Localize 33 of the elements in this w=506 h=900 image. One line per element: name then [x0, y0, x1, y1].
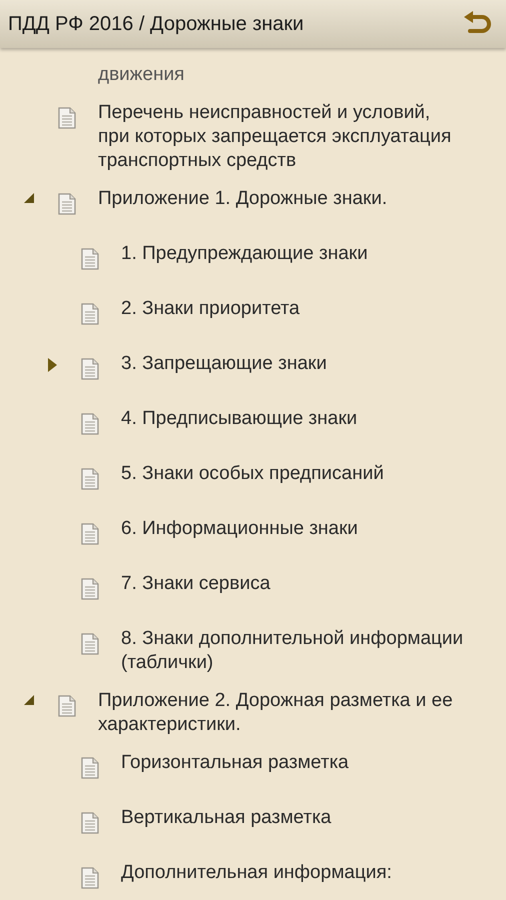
- expanded-arrow-icon[interactable]: [24, 193, 34, 203]
- expanded-arrow-icon[interactable]: [24, 695, 34, 705]
- screen-title: ПДД РФ 2016 / Дорожные знаки: [8, 12, 304, 36]
- tree-item-label[interactable]: 5. Знаки особых предписаний: [121, 462, 384, 486]
- tree-item-label[interactable]: Дополнительная информация:: [121, 861, 392, 885]
- tree-item-label[interactable]: 3. Запрещающие знаки: [121, 352, 327, 376]
- tree-item-label[interactable]: движения: [98, 63, 184, 87]
- document-icon: [81, 358, 99, 380]
- tree-item-label[interactable]: Перечень неисправностей и условий, при которых запрещается эксплуатация транспортных средств: [98, 101, 465, 173]
- document-icon: [81, 468, 99, 490]
- document-icon: [81, 523, 99, 545]
- document-icon: [81, 633, 99, 655]
- tree-item-label[interactable]: Горизонтальная разметка: [121, 751, 349, 775]
- document-icon: [58, 193, 76, 215]
- document-icon: [81, 248, 99, 270]
- tree-item-label[interactable]: 1. Предупреждающие знаки: [121, 242, 368, 266]
- tree-item-label[interactable]: Вертикальная разметка: [121, 806, 332, 830]
- document-icon: [58, 107, 76, 129]
- tree-item-label[interactable]: 6. Информационные знаки: [121, 517, 358, 541]
- document-icon: [81, 757, 99, 779]
- tree-item-label[interactable]: 2. Знаки приоритета: [121, 297, 300, 321]
- tree-item-label[interactable]: 4. Предписывающие знаки: [121, 407, 358, 431]
- tree-item-label[interactable]: Приложение 2. Дорожная разметка и ее характеристики.: [98, 689, 465, 737]
- tree-item-label[interactable]: 7. Знаки сервиса: [121, 572, 270, 596]
- document-icon: [81, 867, 99, 889]
- document-icon: [81, 303, 99, 325]
- document-icon: [81, 812, 99, 834]
- tree-item-label[interactable]: 8. Знаки дополнительной информации (таблички): [121, 627, 465, 675]
- document-icon: [81, 578, 99, 600]
- document-icon: [58, 695, 76, 717]
- document-icon: [81, 413, 99, 435]
- tree-item-label[interactable]: Приложение 1. Дорожные знаки.: [98, 187, 388, 211]
- collapsed-arrow-icon[interactable]: [48, 358, 56, 372]
